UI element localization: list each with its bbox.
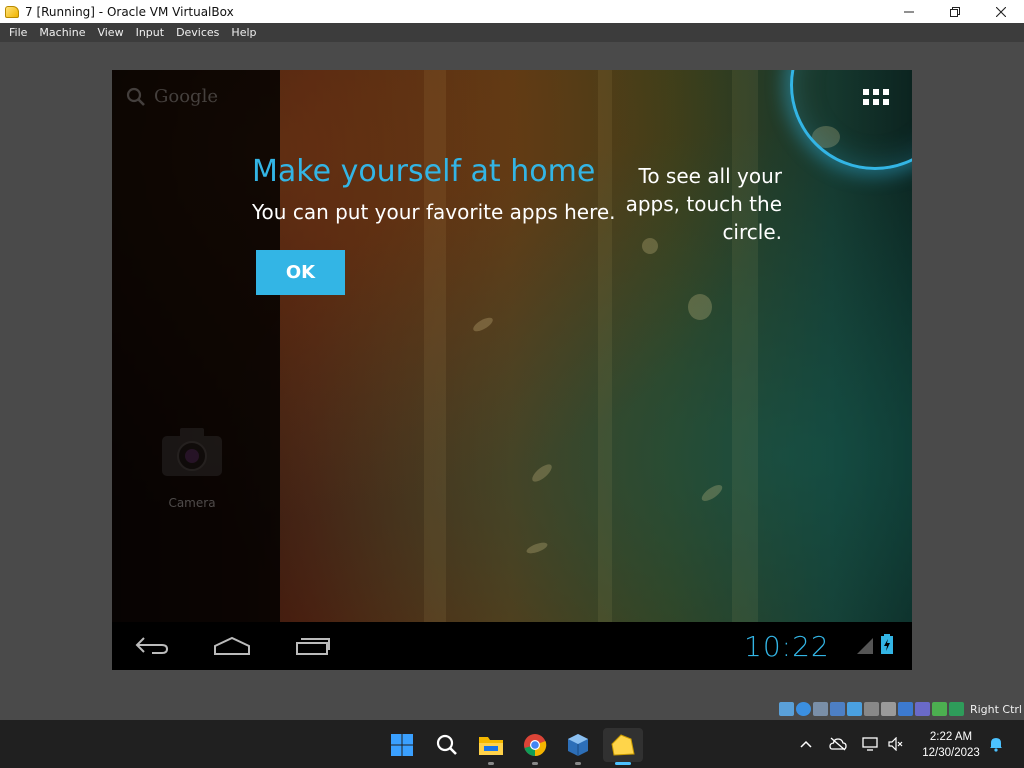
- cling-title: Make yourself at home: [252, 154, 596, 189]
- camera-icon: [162, 428, 222, 476]
- show-hidden-icons-button[interactable]: [796, 720, 816, 768]
- mouse-integration-icon[interactable]: [931, 702, 947, 716]
- android-navigation-bar: 10:22: [112, 622, 912, 670]
- camera-shortcut[interactable]: Camera: [154, 424, 230, 510]
- video-capture-icon[interactable]: [897, 702, 913, 716]
- display-icon: [862, 737, 878, 751]
- taskbar-file-explorer[interactable]: [471, 728, 511, 765]
- taskbar-time: 2:22 AM: [929, 731, 973, 743]
- window-controls: [886, 0, 1024, 23]
- close-button[interactable]: [978, 0, 1024, 23]
- running-indicator: [488, 762, 494, 765]
- wallpaper-streak: [732, 70, 758, 622]
- tray-network[interactable]: [826, 720, 850, 768]
- wallpaper-bokeh: [529, 461, 555, 485]
- restore-icon: [950, 6, 960, 17]
- recent-apps-icon[interactable]: [295, 634, 331, 656]
- keyboard-icon[interactable]: [948, 702, 964, 716]
- tray-display[interactable]: [860, 720, 880, 768]
- window-titlebar[interactable]: 7 [Running] - Oracle VM VirtualBox: [0, 0, 1024, 23]
- wallpaper-bokeh: [525, 540, 549, 556]
- chevron-up-icon: [800, 740, 812, 748]
- windows-start-icon: [391, 734, 413, 756]
- battery-icon: [881, 634, 893, 654]
- cling-subtitle: You can put your favorite apps here.: [252, 200, 616, 224]
- search-icon: [126, 87, 145, 106]
- running-indicator: [575, 762, 581, 765]
- wallpaper-streak: [598, 70, 612, 622]
- back-icon[interactable]: [134, 634, 170, 656]
- search-icon: [436, 734, 457, 755]
- guest-screen[interactable]: Google Camera Make yourself at home You …: [112, 70, 912, 670]
- signal-icon: [857, 638, 873, 654]
- start-button[interactable]: [382, 728, 422, 762]
- chrome-icon: [524, 734, 547, 757]
- minimize-button[interactable]: [886, 0, 932, 23]
- taskbar-search-button[interactable]: [427, 728, 467, 762]
- active-indicator: [615, 762, 631, 765]
- notification-button[interactable]: [986, 720, 1006, 768]
- running-indicator: [532, 762, 538, 765]
- ok-button[interactable]: OK: [256, 250, 345, 295]
- display-icon[interactable]: [880, 702, 896, 716]
- restore-button[interactable]: [932, 0, 978, 23]
- menu-file[interactable]: File: [3, 26, 33, 39]
- optical-disk-icon[interactable]: [795, 702, 811, 716]
- taskbar-chrome[interactable]: [515, 728, 555, 765]
- tray-volume[interactable]: [886, 720, 906, 768]
- bell-icon: [990, 738, 1002, 752]
- hard-disk-icon[interactable]: [778, 702, 794, 716]
- google-search-bar[interactable]: Google: [126, 86, 218, 107]
- close-icon: [996, 6, 1006, 17]
- menu-machine[interactable]: Machine: [33, 26, 91, 39]
- menu-input[interactable]: Input: [130, 26, 170, 39]
- windows-taskbar: 2:22 AM 12/30/2023: [0, 720, 1024, 768]
- usb-icon[interactable]: [846, 702, 862, 716]
- virtualbox-app-icon: [5, 5, 19, 18]
- volume-muted-icon: [888, 737, 903, 751]
- network-icon[interactable]: [829, 702, 845, 716]
- virtualbox-icon: [568, 734, 588, 756]
- menu-devices[interactable]: Devices: [170, 26, 225, 39]
- minimize-icon: [904, 11, 914, 12]
- google-search-label: Google: [154, 86, 218, 107]
- audio-icon[interactable]: [812, 702, 828, 716]
- home-icon[interactable]: [213, 634, 251, 656]
- taskbar-virtualbox[interactable]: [558, 728, 598, 765]
- window-title: 7 [Running] - Oracle VM VirtualBox: [25, 4, 234, 19]
- file-explorer-icon: [479, 737, 503, 755]
- workspace-dim-overlay: [112, 70, 280, 622]
- all-apps-grid-icon[interactable]: [863, 89, 889, 107]
- vbox-status-bar: Right Ctrl: [778, 699, 1024, 719]
- android-clock: 10:22: [744, 630, 830, 663]
- all-apps-hint: To see all your apps, touch the circle.: [625, 164, 782, 244]
- camera-shortcut-label: Camera: [168, 496, 216, 510]
- network-disconnected-icon: [829, 737, 847, 751]
- shared-folders-icon[interactable]: [863, 702, 879, 716]
- menu-bar: File Machine View Input Devices Help: [0, 23, 1024, 42]
- menu-help[interactable]: Help: [225, 26, 262, 39]
- taskbar-virtualbox-vm[interactable]: [603, 728, 643, 765]
- wallpaper-bokeh: [688, 294, 712, 320]
- taskbar-clock[interactable]: 2:22 AM 12/30/2023: [915, 729, 987, 761]
- wallpaper-bokeh: [699, 482, 725, 504]
- vrde-icon[interactable]: [914, 702, 930, 716]
- wallpaper-bokeh: [471, 315, 495, 334]
- wallpaper-streak: [424, 70, 446, 622]
- virtualbox-vm-icon: [611, 734, 635, 756]
- taskbar-date: 12/30/2023: [922, 747, 980, 759]
- host-key-label[interactable]: Right Ctrl: [970, 703, 1022, 716]
- menu-view[interactable]: View: [91, 26, 129, 39]
